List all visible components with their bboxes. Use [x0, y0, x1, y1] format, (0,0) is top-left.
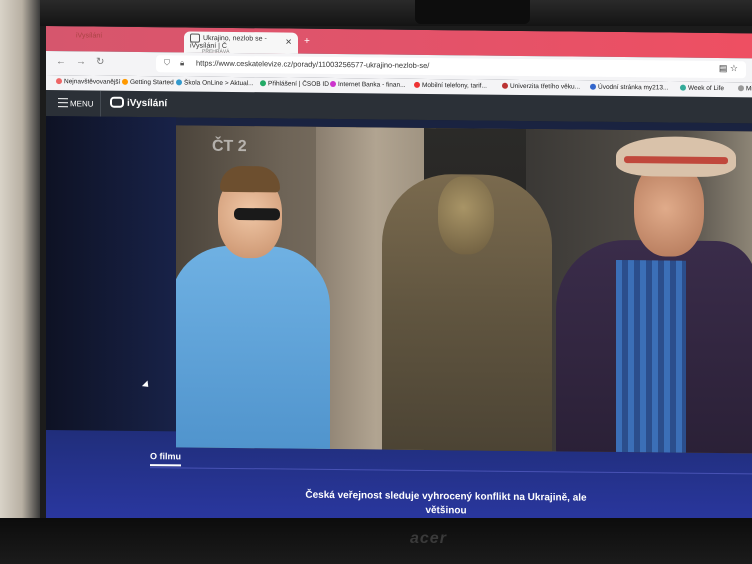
man-right-shirt [616, 259, 686, 454]
tv-logo-icon [110, 96, 124, 108]
reload-icon[interactable]: ↻ [96, 57, 104, 68]
laptop-top-bezel [0, 0, 752, 26]
shield-icon[interactable]: ⛉ [164, 58, 170, 68]
webcam-cover [415, 0, 530, 24]
laptop-bottom-bezel [0, 518, 752, 564]
tv-icon [190, 33, 200, 43]
video-player[interactable]: ČT 2 [176, 125, 752, 454]
left-panel [46, 116, 176, 432]
browser-tab-active[interactable]: Ukrajino, nezlob se - iVysílání | Č PŘEH… [184, 31, 298, 55]
bookmark-item[interactable]: Getting Started [122, 78, 174, 86]
bookmark-item[interactable]: Univerzita třetího věku... [502, 82, 580, 91]
url-text[interactable]: https://www.ceskatelevize.cz/porady/1100… [196, 59, 429, 70]
bookmark-item[interactable]: Škola OnLine > Aktual... [176, 79, 254, 87]
tab-label: iVysílání [76, 32, 103, 40]
header-divider [100, 90, 101, 117]
menu-button[interactable]: MENU [58, 98, 94, 108]
player-page: ČT 2 O filmu Česká veřejnost sleduje vyh… [46, 116, 752, 528]
bookmark-item[interactable]: Internet Banka - finan... [330, 80, 406, 89]
forward-icon[interactable]: → [76, 56, 86, 67]
man-left-sunglasses [234, 207, 280, 221]
new-tab-button[interactable]: + [304, 36, 310, 47]
bookmark-item[interactable]: Úvodní stránka my213... [590, 83, 668, 92]
bookmark-item[interactable]: Nejnavštěvovanější [56, 78, 120, 86]
bookmark-item[interactable]: Mi [738, 85, 752, 92]
browser-tab-inactive[interactable]: iVysílání [70, 30, 180, 52]
lock-icon[interactable]: 🔒︎ [180, 58, 184, 68]
address-bar[interactable]: ⛉ 🔒︎ https://www.ceskatelevize.cz/porady… [156, 55, 746, 79]
man-left-hair [220, 165, 280, 193]
bookmark-item[interactable]: Mobilní telefony, tarif... [414, 81, 487, 90]
bronze-statue-head [438, 176, 494, 255]
close-tab-icon[interactable]: ✕ [285, 38, 292, 47]
hamburger-icon [58, 98, 68, 108]
ivysilani-logo[interactable]: iVysílání [110, 96, 167, 109]
desk-background [0, 0, 40, 564]
tab-o-filmu[interactable]: O filmu [150, 451, 181, 467]
acer-logo: acer [410, 530, 447, 547]
laptop-screen: iVysílání Ukrajino, nezlob se - iVysílán… [46, 26, 752, 528]
back-icon[interactable]: ← [56, 56, 66, 67]
channel-watermark: ČT 2 [212, 137, 247, 156]
hat-band [624, 156, 728, 165]
bookmark-item[interactable]: Přihlášení | ČSOB ID [260, 80, 329, 88]
man-left-body [176, 245, 330, 454]
reader-view-icon[interactable]: ▤ ☆ [719, 63, 738, 74]
bookmark-item[interactable]: Week of Life [680, 84, 724, 92]
film-description: Česká veřejnost sleduje vyhrocený konfli… [305, 489, 587, 517]
